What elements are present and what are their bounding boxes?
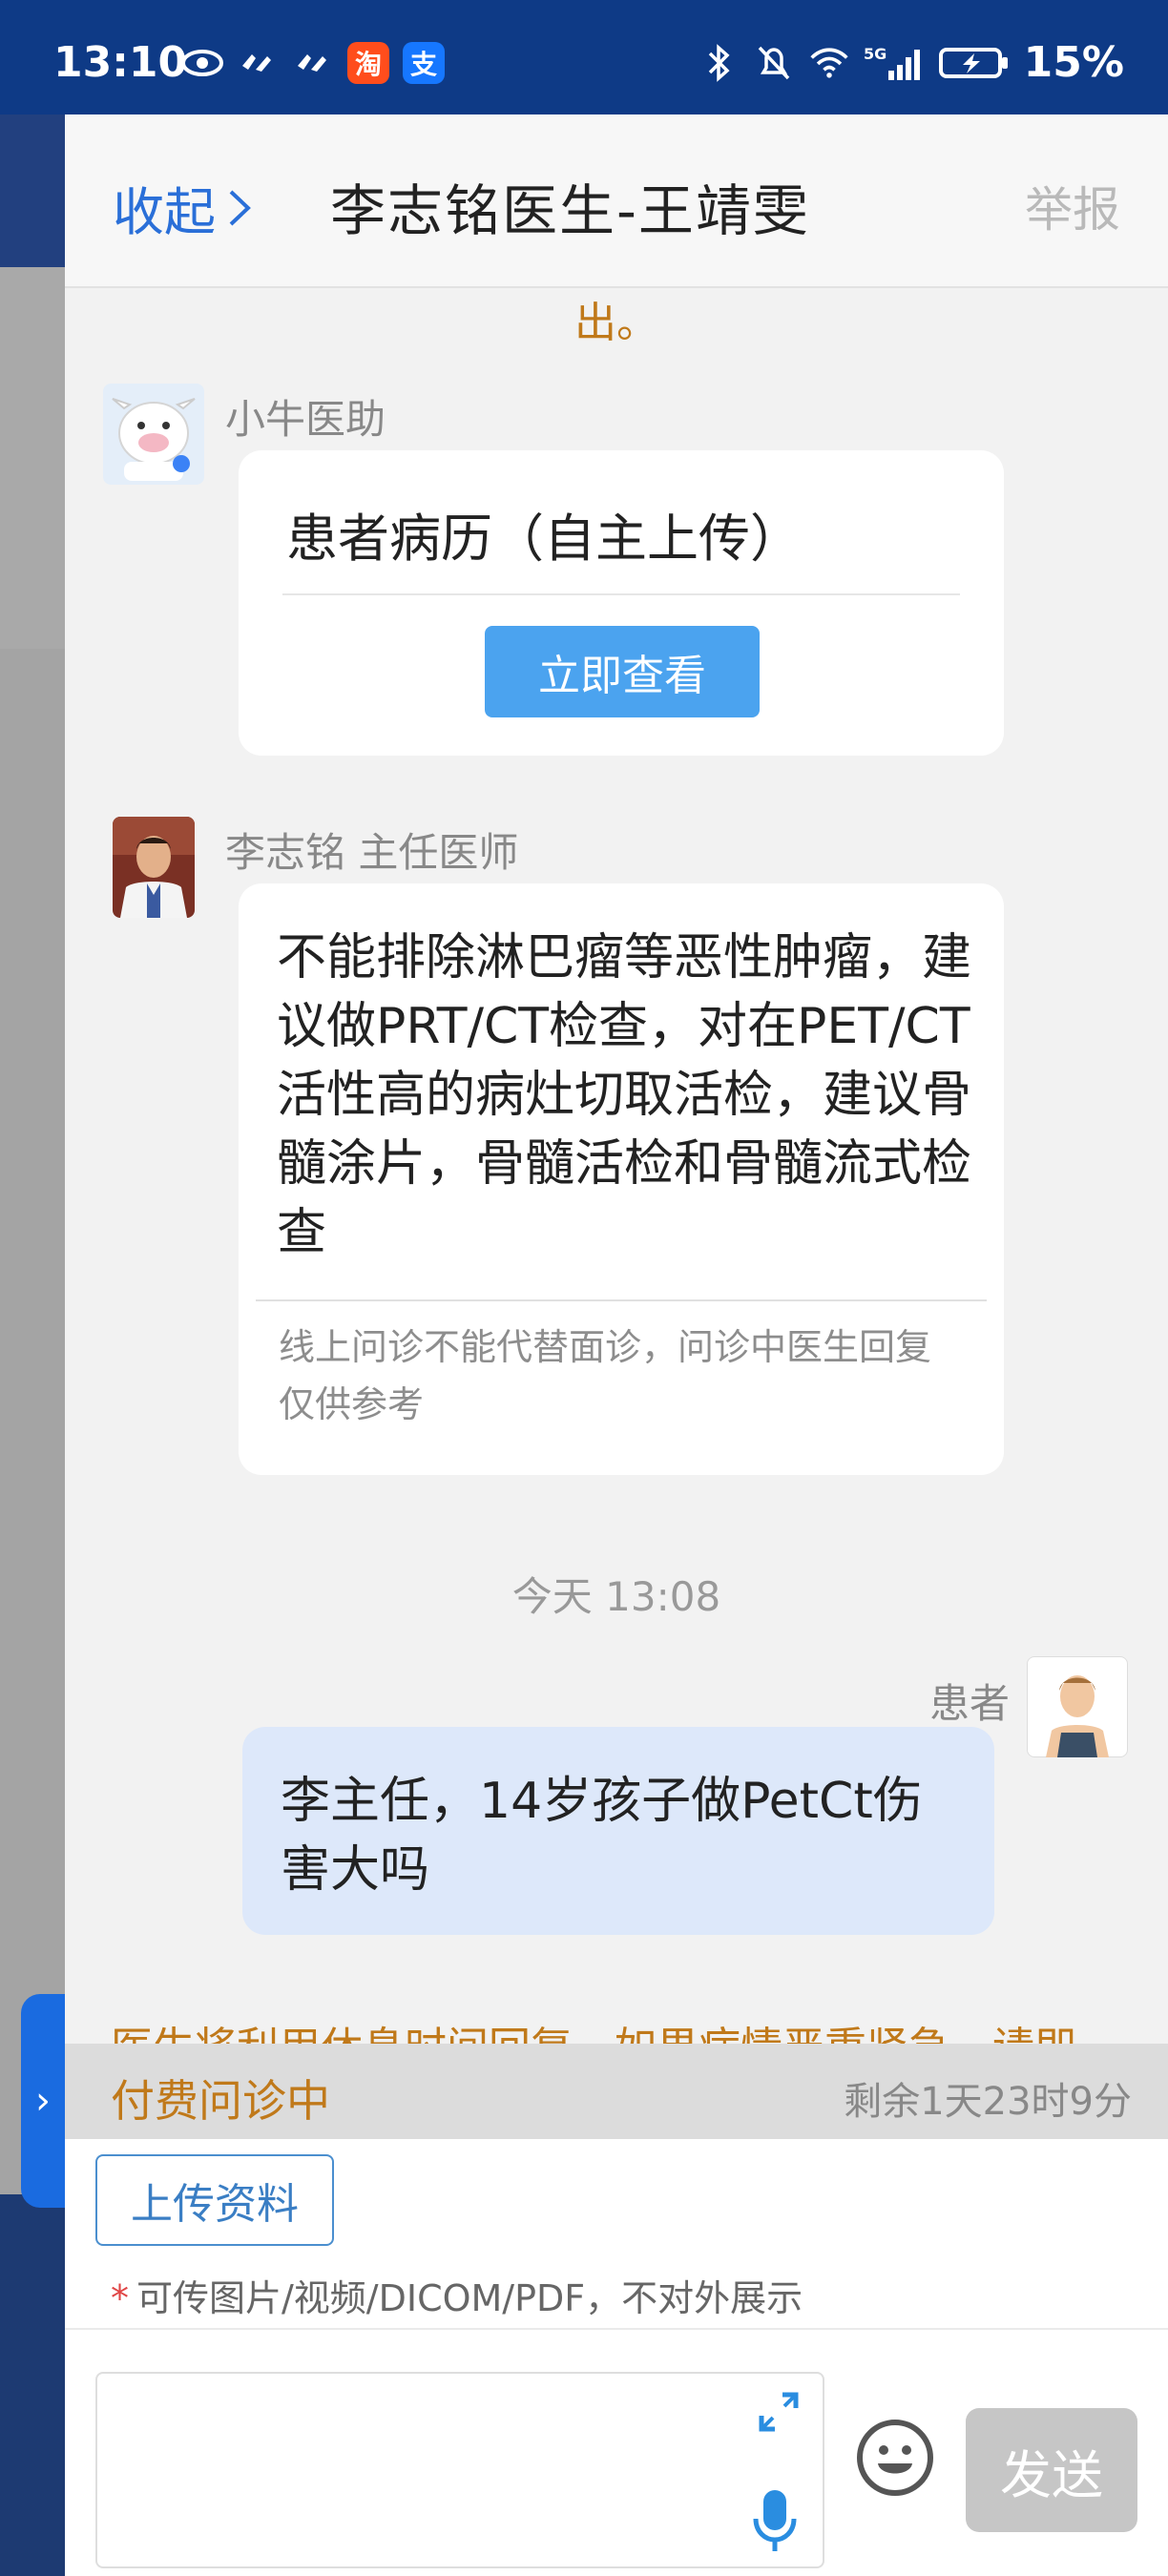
divider xyxy=(256,1299,987,1301)
microphone-icon[interactable] xyxy=(748,2486,802,2555)
background-strip xyxy=(0,649,65,2194)
report-button[interactable]: 举报 xyxy=(1025,172,1120,240)
upload-area: 上传资料 * 可传图片/视频/DICOM/PDF，不对外展示 xyxy=(65,2139,1168,2330)
bluetooth-icon xyxy=(698,43,740,82)
composer: 发送 xyxy=(65,2330,1168,2576)
time-separator: 今天 13:08 xyxy=(511,1573,721,1620)
page-title: 李志铭医生-王靖雯 xyxy=(330,178,810,243)
view-now-button[interactable]: 立即查看 xyxy=(485,626,760,717)
status-notification-icons: 淘 支 xyxy=(181,42,445,84)
divider xyxy=(282,593,960,595)
medical-record-card[interactable]: 患者病历（自主上传） 立即查看 xyxy=(239,450,1004,756)
app-notification-icon xyxy=(237,44,279,82)
disclaimer-text: 线上问诊不能代替面诊，问诊中医生回复仅供参考 xyxy=(279,1326,932,1425)
alipay-app-icon: 支 xyxy=(403,42,445,84)
upload-hint: * 可传图片/视频/DICOM/PDF，不对外展示 xyxy=(111,2269,803,2321)
eye-icon xyxy=(181,44,223,82)
status-time: 13:10 xyxy=(53,38,188,87)
background-strip xyxy=(0,114,65,267)
cellular-signal-icon: 5G xyxy=(864,44,925,82)
side-expand-tab[interactable]: › xyxy=(21,1994,65,2208)
sender-name: 小牛医助 xyxy=(225,396,386,443)
status-bar: 13:10 淘 支 5G 15% xyxy=(0,0,1168,114)
previous-message-tail: 出。 xyxy=(574,299,658,347)
consultation-panel: 收起 李志铭医生-王靖雯 举报 出。 小牛医助 患者病历（自主上传） 立即查看 xyxy=(65,114,1168,2576)
patient-message-bubble[interactable]: 李主任，14岁孩子做PetCt伤害大吗 xyxy=(242,1727,994,1935)
chevron-right-icon xyxy=(229,190,251,225)
status-system-icons: 5G 15% xyxy=(698,38,1124,87)
upload-hint-text: 可传图片/视频/DICOM/PDF，不对外展示 xyxy=(136,2277,803,2319)
chat-area[interactable]: 出。 小牛医助 患者病历（自主上传） 立即查看 李志铭 主任医师 不能排除淋巴瘤… xyxy=(65,288,1168,2044)
sender-name: 患者 xyxy=(929,1680,1011,1727)
collapse-label: 收起 xyxy=(113,182,216,242)
required-star: * xyxy=(111,2277,129,2319)
expand-icon[interactable] xyxy=(756,2389,802,2435)
background-strip xyxy=(0,2194,65,2576)
collapse-button[interactable]: 收起 xyxy=(113,170,254,245)
send-button[interactable]: 发送 xyxy=(966,2408,1137,2532)
consult-status-bar: 付费问诊中 剩余1天23时9分 xyxy=(65,2044,1168,2139)
card-title: 患者病历（自主上传） xyxy=(286,509,802,569)
taobao-app-icon: 淘 xyxy=(347,42,389,84)
wifi-icon xyxy=(808,44,850,82)
emoji-icon[interactable] xyxy=(855,2418,935,2498)
upload-button[interactable]: 上传资料 xyxy=(95,2154,334,2246)
battery-percent: 15% xyxy=(1023,38,1124,87)
doctor-message-bubble[interactable]: 不能排除淋巴瘤等恶性肿瘤，建议做PRT/CT检查，对在PET/CT活性高的病灶切… xyxy=(239,883,1004,1475)
background-strip xyxy=(0,267,65,649)
sender-name: 李志铭 主任医师 xyxy=(225,829,519,876)
app-notification-icon xyxy=(292,44,334,82)
doctor-avatar[interactable] xyxy=(113,817,195,918)
message-input[interactable] xyxy=(95,2372,824,2568)
svg-text:5G: 5G xyxy=(864,45,886,63)
message-text: 李主任，14岁孩子做PetCt伤害大吗 xyxy=(281,1773,923,1899)
panel-header: 收起 李志铭医生-王靖雯 举报 xyxy=(65,114,1168,288)
consult-status: 付费问诊中 xyxy=(111,2075,330,2127)
assistant-avatar[interactable] xyxy=(103,384,204,485)
battery-charging-icon xyxy=(938,44,1011,82)
message-text: 不能排除淋巴瘤等恶性肿瘤，建议做PRT/CT检查，对在PET/CT活性高的病灶切… xyxy=(277,929,972,1261)
patient-avatar[interactable] xyxy=(1027,1656,1128,1757)
reply-notice: 医生将利用休息时间回复，如果病情严重紧急，请即 xyxy=(111,2013,1076,2044)
remaining-time: 剩余1天23时9分 xyxy=(844,2080,1132,2124)
bell-muted-icon xyxy=(753,44,795,82)
